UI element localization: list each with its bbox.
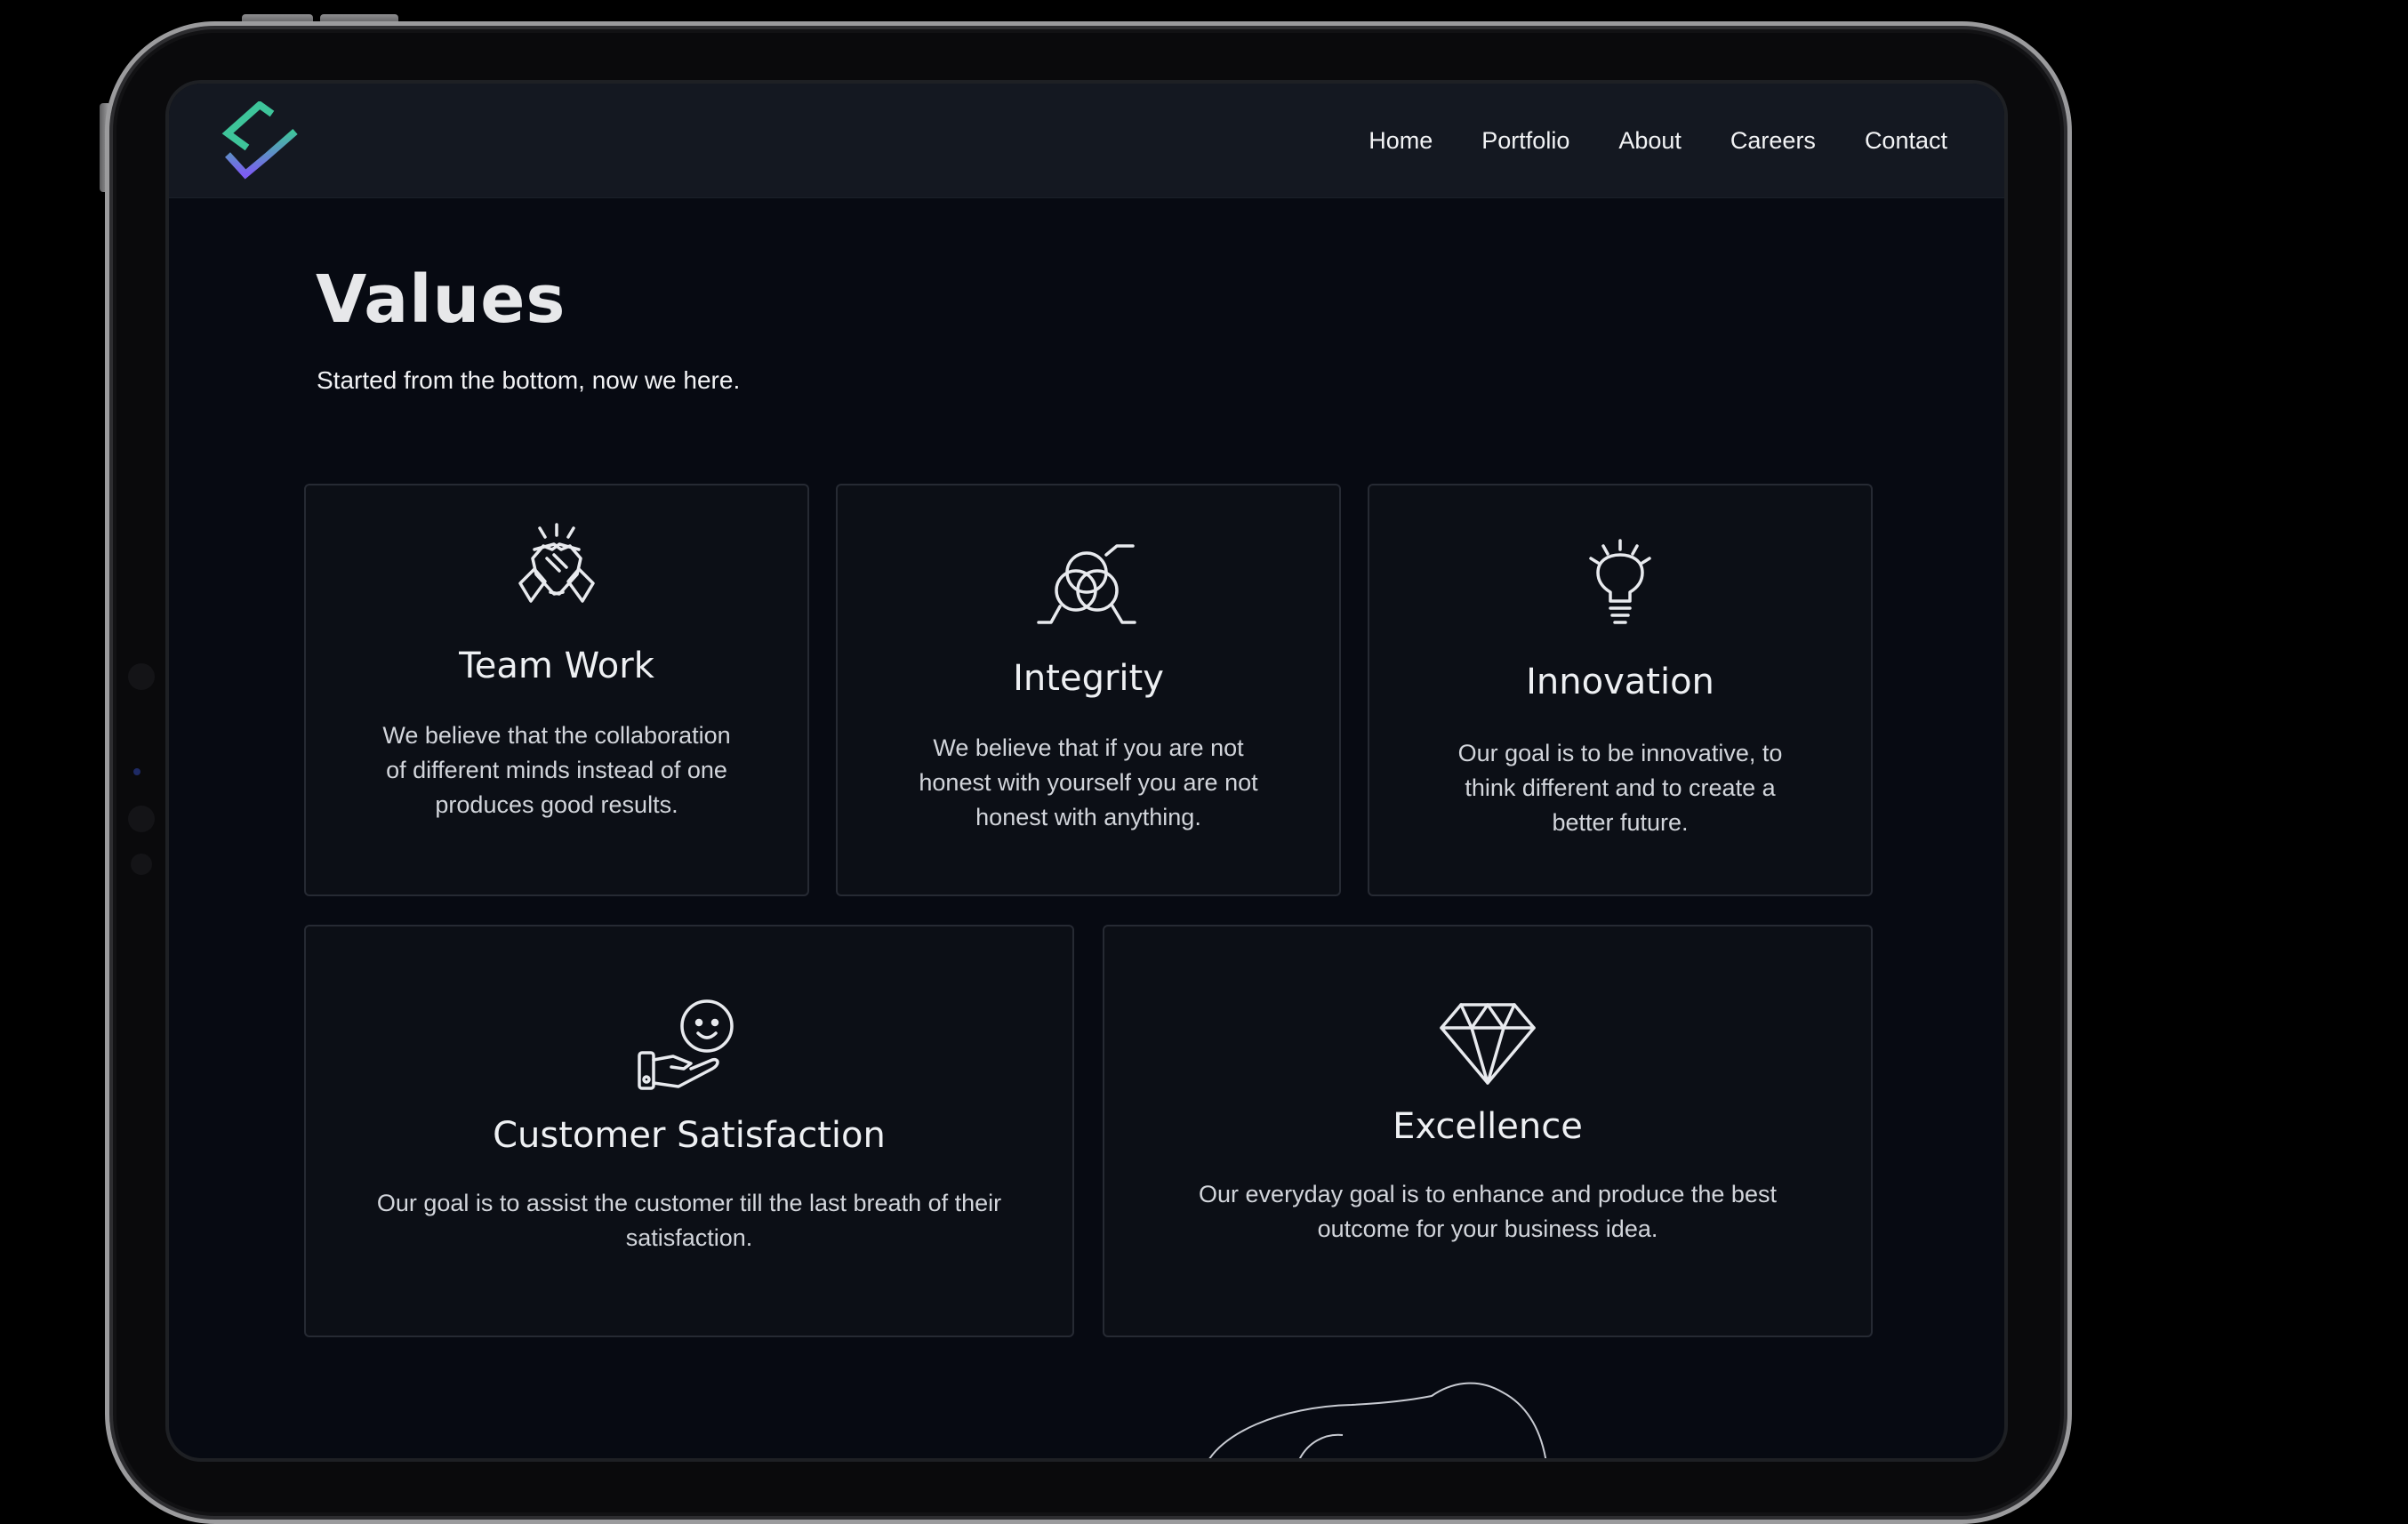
sensor-dot	[128, 806, 155, 832]
value-text: Our goal is to be innovative, to think d…	[1457, 740, 1783, 836]
smiley-hand-icon	[638, 999, 734, 1090]
handshake-icon	[518, 523, 595, 603]
navbar: Home Portfolio About Careers Contact	[169, 84, 2004, 198]
page-title: Values	[316, 261, 566, 338]
nav-home[interactable]: Home	[1369, 127, 1433, 155]
value-card-customer-satisfaction: Customer Satisfaction Our goal is to ass…	[304, 925, 1074, 1337]
lightbulb-icon	[1589, 539, 1651, 624]
value-title: Innovation	[1526, 662, 1714, 702]
value-title: Excellence	[1393, 1106, 1583, 1147]
venn-diagram-icon	[1037, 544, 1136, 624]
nav-portfolio[interactable]: Portfolio	[1481, 127, 1569, 155]
logo-icon[interactable]	[221, 101, 301, 181]
decorative-outline	[1208, 1382, 1547, 1458]
value-card-team-work: Team Work We believe that the collaborat…	[304, 484, 809, 896]
value-title: Team Work	[459, 646, 654, 686]
screen: Home Portfolio About Careers Contact Val…	[169, 84, 2004, 1458]
page-subtitle: Started from the bottom, now we here.	[317, 366, 741, 394]
nav-about[interactable]: About	[1618, 127, 1682, 155]
value-text: We believe that if you are not honest wi…	[919, 734, 1258, 830]
value-text: Our everyday goal is to enhance and prod…	[1199, 1181, 1777, 1242]
camera-lens	[133, 768, 140, 775]
nav-links: Home Portfolio About Careers Contact	[1320, 84, 1947, 197]
value-card-excellence: Excellence Our everyday goal is to enhan…	[1103, 925, 1873, 1337]
value-card-innovation: Innovation Our goal is to be innovative,…	[1368, 484, 1873, 896]
value-text: Our goal is to assist the customer till …	[376, 1190, 1002, 1251]
diamond-icon	[1440, 1003, 1536, 1085]
nav-contact[interactable]: Contact	[1865, 127, 1947, 155]
value-card-integrity: Integrity We believe that if you are not…	[836, 484, 1341, 896]
sensor-dot	[131, 854, 152, 875]
value-title: Customer Satisfaction	[493, 1115, 886, 1156]
value-text: We believe that the collaboration of dif…	[382, 722, 731, 818]
sensor-dot	[128, 663, 155, 690]
value-title: Integrity	[1013, 658, 1164, 699]
nav-careers[interactable]: Careers	[1730, 127, 1816, 155]
